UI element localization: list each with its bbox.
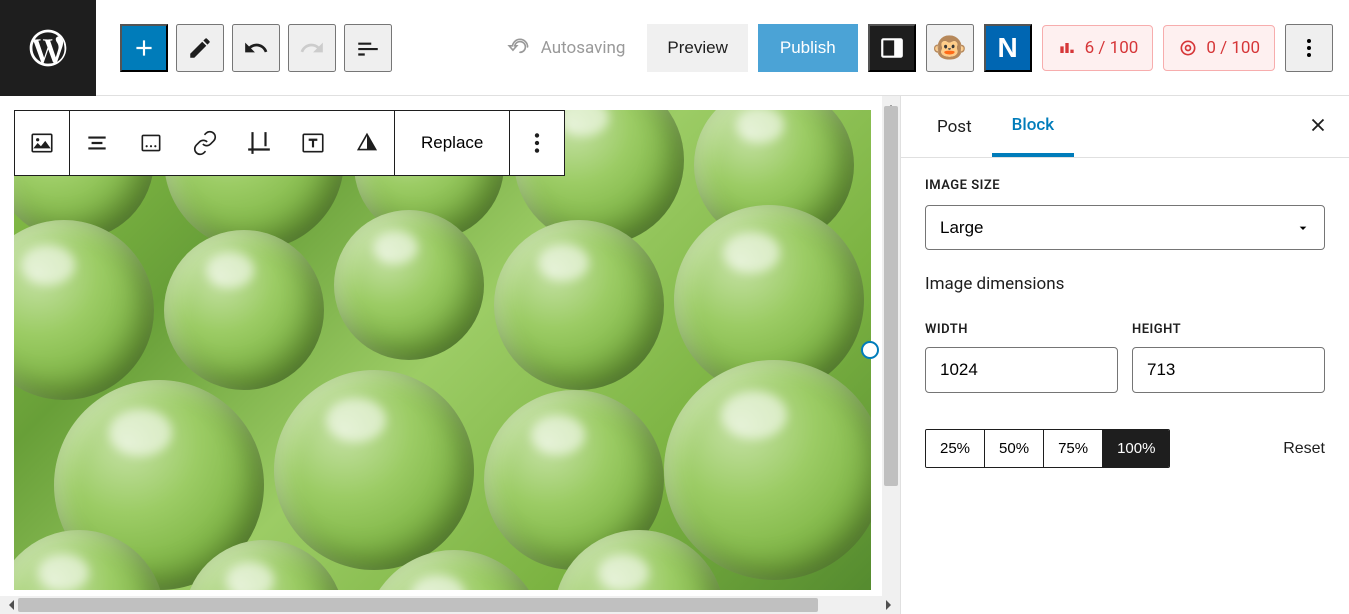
editor-canvas[interactable]: Replace [0, 96, 900, 614]
close-sidebar-button[interactable] [1307, 114, 1329, 142]
undo-button[interactable] [232, 24, 280, 72]
readability-score-badge[interactable]: 0 / 100 [1163, 25, 1275, 71]
replace-button[interactable]: Replace [395, 111, 509, 175]
pct-50-button[interactable]: 50% [985, 430, 1044, 467]
block-options-button[interactable] [510, 111, 564, 175]
horizontal-scrollbar[interactable] [0, 596, 900, 614]
publish-button[interactable]: Publish [758, 24, 858, 72]
width-input[interactable] [925, 347, 1118, 393]
edit-icon[interactable] [176, 24, 224, 72]
vertical-scrollbar[interactable] [882, 96, 900, 614]
autosaving-status: Autosaving [495, 35, 638, 61]
caption-button[interactable] [124, 111, 178, 175]
image-block[interactable] [14, 110, 871, 590]
width-label: WIDTH [925, 322, 1118, 337]
options-button[interactable] [1285, 24, 1333, 72]
wordpress-logo[interactable] [0, 0, 96, 96]
add-block-button[interactable] [120, 24, 168, 72]
preview-button[interactable]: Preview [647, 24, 747, 72]
duotone-button[interactable] [340, 111, 394, 175]
image-size-select[interactable]: Large [925, 205, 1325, 250]
height-label: HEIGHT [1132, 322, 1325, 337]
text-overlay-button[interactable] [286, 111, 340, 175]
block-toolbar: Replace [14, 110, 565, 176]
image-size-label: IMAGE SIZE [925, 178, 1325, 193]
settings-toggle-button[interactable] [868, 24, 916, 72]
pct-100-button[interactable]: 100% [1103, 430, 1169, 467]
pct-75-button[interactable]: 75% [1044, 430, 1103, 467]
n-plugin-button[interactable]: N [984, 24, 1032, 72]
percent-buttons: 25% 50% 75% 100% [925, 429, 1170, 468]
tab-post[interactable]: Post [917, 99, 992, 155]
image-dimensions-label: Image dimensions [925, 274, 1325, 294]
reset-button[interactable]: Reset [1283, 440, 1325, 458]
pct-25-button[interactable]: 25% [926, 430, 985, 467]
content-image [14, 110, 871, 590]
settings-sidebar: Post Block IMAGE SIZE Large Image dimens… [900, 96, 1349, 614]
rankmath-icon[interactable]: 🐵 [926, 24, 974, 72]
crop-button[interactable] [232, 111, 286, 175]
block-type-icon[interactable] [15, 111, 69, 175]
tab-block[interactable]: Block [992, 97, 1074, 157]
seo-score-badge[interactable]: 6 / 100 [1042, 25, 1154, 71]
align-button[interactable] [70, 111, 124, 175]
height-input[interactable] [1132, 347, 1325, 393]
list-view-button[interactable] [344, 24, 392, 72]
redo-button[interactable] [288, 24, 336, 72]
link-button[interactable] [178, 111, 232, 175]
resize-handle[interactable] [861, 341, 879, 359]
